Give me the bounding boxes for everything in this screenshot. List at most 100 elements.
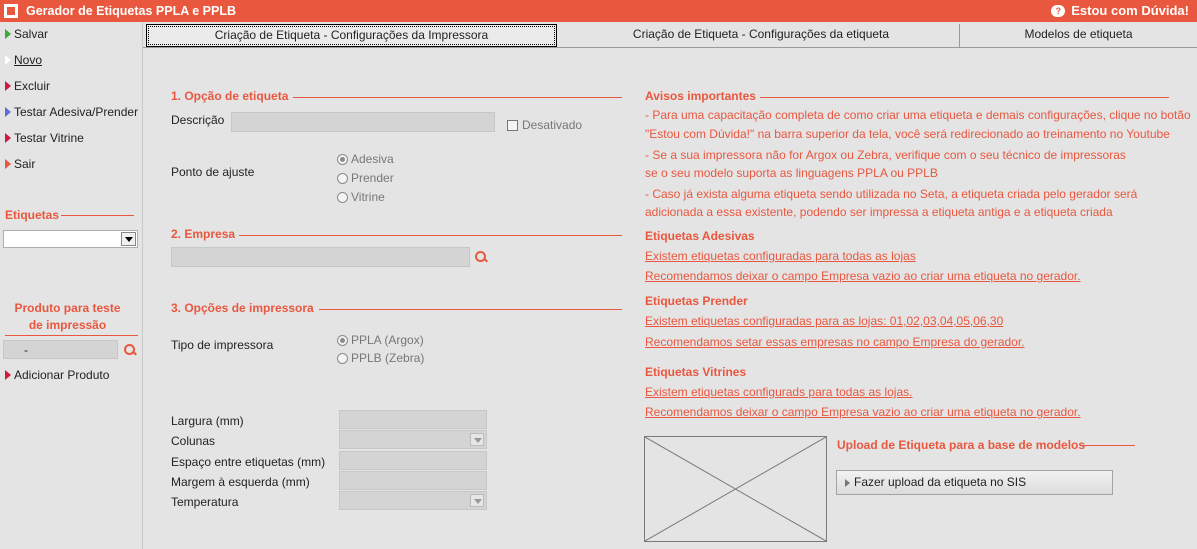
tab-bar: Criação de Etiqueta - Configurações da I… bbox=[143, 22, 1197, 48]
divider bbox=[5, 335, 138, 336]
tipo-label: Tipo de impressora bbox=[171, 338, 274, 352]
new-label: Novo bbox=[14, 53, 43, 67]
divider bbox=[239, 235, 622, 236]
colunas-label: Colunas bbox=[171, 434, 216, 448]
margem-label: Margem à esquerda (mm) bbox=[171, 475, 310, 489]
produto-heading-1: Produto para teste bbox=[14, 301, 121, 315]
sidebar: Salvar Novo Excluir Testar Adesiva/Prend… bbox=[0, 22, 143, 549]
temperatura-label: Temperatura bbox=[171, 495, 239, 509]
empresa-input[interactable] bbox=[171, 247, 470, 267]
espaco-input[interactable] bbox=[339, 451, 487, 470]
main-content: 1. Opção de etiqueta Descrição Desativad… bbox=[143, 48, 1197, 549]
ponto-label: Ponto de ajuste bbox=[171, 165, 255, 179]
radio-label: Prender bbox=[351, 171, 394, 185]
save-label: Salvar bbox=[14, 27, 49, 41]
adesivas-link-2[interactable]: Recomendamos deixar o campo Empresa vazi… bbox=[645, 269, 1081, 283]
placeholder-cross-icon bbox=[645, 437, 826, 541]
section-title-printer: 3. Opções de impressora bbox=[171, 301, 314, 315]
chevron-down-icon[interactable] bbox=[470, 433, 484, 446]
chevron-down-icon[interactable] bbox=[470, 494, 484, 507]
arrow-icon bbox=[5, 29, 11, 39]
adesivas-title: Etiquetas Adesivas bbox=[645, 229, 755, 243]
window-title: Gerador de Etiquetas PPLA e PPLB bbox=[26, 4, 237, 18]
exit-button[interactable]: Sair bbox=[5, 157, 35, 171]
chat-bubble-icon: ? bbox=[1051, 4, 1066, 17]
upload-button[interactable]: Fazer upload da etiqueta no SIS bbox=[836, 470, 1113, 495]
exit-label: Sair bbox=[14, 157, 36, 171]
test-vitrine-button[interactable]: Testar Vitrine bbox=[5, 131, 84, 145]
espaco-label: Espaço entre etiquetas (mm) bbox=[171, 455, 326, 469]
radio-vitrine[interactable]: Vitrine bbox=[337, 190, 385, 204]
radio-ppla[interactable]: PPLA (Argox) bbox=[337, 333, 424, 347]
temperatura-dropdown[interactable] bbox=[469, 492, 485, 509]
descricao-input[interactable] bbox=[231, 112, 495, 132]
temperatura-select[interactable] bbox=[339, 491, 487, 510]
radio-label: Adesiva bbox=[351, 152, 394, 166]
add-product-button[interactable]: Adicionar Produto bbox=[5, 368, 109, 382]
search-icon[interactable] bbox=[474, 250, 488, 264]
prender-link-2[interactable]: Recomendamos setar essas empresas no cam… bbox=[645, 335, 1025, 349]
arrow-icon bbox=[845, 478, 850, 487]
radio-dot[interactable] bbox=[337, 191, 348, 203]
vitrines-link-2[interactable]: Recomendamos deixar o campo Empresa vazi… bbox=[645, 405, 1081, 419]
tab-label-models[interactable]: Modelos de etiqueta bbox=[960, 24, 1197, 47]
save-button[interactable]: Salvar bbox=[5, 27, 48, 41]
colunas-dropdown[interactable] bbox=[469, 431, 485, 448]
adesivas-link-1[interactable]: Existem etiquetas configuradas para toda… bbox=[645, 249, 916, 263]
delete-label: Excluir bbox=[14, 79, 51, 93]
divider bbox=[61, 215, 134, 216]
tab-printer-settings[interactable]: Criação de Etiqueta - Configurações da I… bbox=[146, 24, 557, 47]
largura-input[interactable] bbox=[339, 410, 487, 429]
radio-pplb[interactable]: PPLB (Zebra) bbox=[337, 351, 424, 365]
arrow-icon bbox=[5, 133, 11, 143]
help-label: Estou com Dúvida! bbox=[1071, 3, 1189, 18]
add-product-label: Adicionar Produto bbox=[14, 368, 110, 382]
produto-heading-2: de impressão bbox=[28, 318, 107, 332]
title-bar: Gerador de Etiquetas PPLA e PPLB ? Estou… bbox=[0, 0, 1197, 22]
test-adesiva-label: Testar Adesiva/Prender bbox=[14, 105, 139, 119]
produto-input-value: - bbox=[24, 343, 28, 357]
largura-label: Largura (mm) bbox=[171, 414, 244, 428]
checkbox-box[interactable] bbox=[507, 119, 518, 131]
notice-line: adicionada a essa existente, podendo ser… bbox=[645, 205, 1113, 219]
etiquetas-heading: Etiquetas bbox=[5, 208, 60, 222]
produto-input[interactable]: - bbox=[3, 340, 118, 359]
search-icon[interactable] bbox=[123, 343, 137, 357]
divider bbox=[1080, 445, 1135, 446]
radio-dot[interactable] bbox=[337, 172, 348, 184]
notices-title: Avisos importantes bbox=[645, 89, 756, 103]
new-button[interactable]: Novo bbox=[5, 53, 42, 67]
radio-dot[interactable] bbox=[337, 352, 348, 364]
radio-label: Vitrine bbox=[351, 190, 385, 204]
delete-button[interactable]: Excluir bbox=[5, 79, 50, 93]
vitrines-title: Etiquetas Vitrines bbox=[645, 365, 747, 379]
help-button[interactable]: ? Estou com Dúvida! bbox=[1051, 3, 1189, 18]
radio-adesiva[interactable]: Adesiva bbox=[337, 152, 394, 166]
radio-dot[interactable] bbox=[337, 153, 348, 165]
section-title-option: 1. Opção de etiqueta bbox=[171, 89, 289, 103]
notice-line: - Se a sua impressora não for Argox ou Z… bbox=[645, 148, 1126, 162]
test-adesiva-prender-button[interactable]: Testar Adesiva/Prender bbox=[5, 105, 138, 119]
notice-line: "Estou com Dúvida!" na barra superior da… bbox=[645, 127, 1170, 141]
upload-button-label: Fazer upload da etiqueta no SIS bbox=[854, 475, 1027, 489]
label-preview-image bbox=[644, 436, 827, 542]
colunas-select[interactable] bbox=[339, 430, 487, 449]
descricao-label: Descrição bbox=[171, 113, 225, 127]
tab-label: Criação de Etiqueta - Configurações da e… bbox=[632, 27, 890, 41]
arrow-icon bbox=[5, 159, 11, 169]
chevron-down-icon[interactable] bbox=[121, 232, 136, 246]
radio-prender[interactable]: Prender bbox=[337, 171, 394, 185]
upload-title: Upload de Etiqueta para a base de modelo… bbox=[837, 438, 1086, 452]
margem-input[interactable] bbox=[339, 471, 487, 490]
etiquetas-select[interactable] bbox=[3, 230, 138, 248]
radio-dot[interactable] bbox=[337, 334, 348, 346]
prender-link-1[interactable]: Existem etiquetas configuradas para as l… bbox=[645, 314, 1003, 328]
divider bbox=[319, 309, 622, 310]
desativado-checkbox[interactable]: Desativado bbox=[507, 118, 582, 132]
radio-label: PPLA (Argox) bbox=[351, 333, 424, 347]
tab-label-settings[interactable]: Criação de Etiqueta - Configurações da e… bbox=[563, 24, 960, 47]
tab-label: Modelos de etiqueta bbox=[1024, 27, 1133, 41]
vitrines-link-1[interactable]: Existem etiquetas configurads para todas… bbox=[645, 385, 912, 399]
prender-title: Etiquetas Prender bbox=[645, 294, 748, 308]
section-title-empresa: 2. Empresa bbox=[171, 227, 236, 241]
